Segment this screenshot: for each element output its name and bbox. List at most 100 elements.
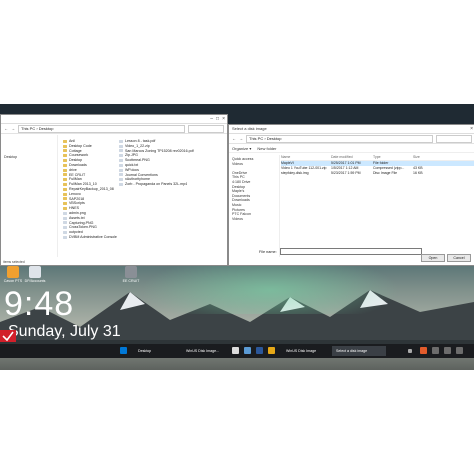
nav-item[interactable]: Videos <box>229 217 279 222</box>
tray-notification-icon[interactable] <box>456 347 463 354</box>
folder-icon <box>63 183 67 187</box>
file-name: stepfoley.disk.img <box>281 171 309 175</box>
nav-item[interactable] <box>1 229 57 234</box>
desktop-icon-cavon[interactable]: Cavon PTS <box>2 266 24 283</box>
dialog-controls: × <box>470 125 473 133</box>
explorer-nav-pane: Desktop <box>1 135 58 257</box>
file-size: 16 KB <box>413 171 423 175</box>
document-icon <box>29 266 41 278</box>
back-arrow-icon[interactable]: ← <box>4 126 8 131</box>
app-icon[interactable] <box>244 347 251 354</box>
explorer-address-bar[interactable]: This PC › Desktop <box>18 124 185 133</box>
folder-icon <box>63 149 67 153</box>
back-arrow-icon[interactable]: ← <box>232 136 236 141</box>
desktop-icon-ee-cruit[interactable]: EE CRUIT <box>120 266 142 283</box>
dialog-toolbar: Organize ▾ New folder <box>229 144 474 153</box>
dialog-address-row: ← → This PC › Desktop <box>229 134 474 144</box>
dialog-titlebar[interactable]: Select a disk image × <box>229 125 474 134</box>
minimize-icon[interactable]: – <box>210 115 213 123</box>
file-column-1: Anil Desktop Code Cottage Coursework Desktop… <box>63 139 117 240</box>
file-icon <box>63 216 67 220</box>
new-folder-button[interactable]: New folder <box>257 146 276 151</box>
file-icon <box>119 159 123 163</box>
folder-icon <box>63 197 67 201</box>
close-icon[interactable]: × <box>470 125 473 133</box>
edge-icon[interactable] <box>120 347 127 354</box>
dialog-title: Select a disk image <box>232 126 267 131</box>
folder-icon <box>63 202 67 206</box>
file-icon <box>63 226 67 230</box>
tray-volume-icon[interactable] <box>444 347 451 354</box>
file-name: Zorb - Propaganda on Panels 32L.mp4 <box>125 182 188 187</box>
file-icon <box>63 231 67 235</box>
desktop-icon-label: DP/Accounts <box>24 279 46 283</box>
explorer-address-row: ← → This PC › Desktop <box>1 124 227 134</box>
dialog-nav-pane: Quick access Videos OneDrive This PC 4:180 D… <box>229 155 280 257</box>
forward-arrow-icon[interactable]: → <box>11 126 15 131</box>
taskbar-item-desktop[interactable]: Desktop <box>130 346 186 356</box>
file-icon <box>119 178 123 182</box>
file-item[interactable]: Zorb - Propaganda on Panels 32L.mp4 <box>119 182 194 187</box>
organize-button[interactable]: Organize ▾ <box>232 146 251 151</box>
select-disk-image-dialog[interactable]: Select a disk image × ← → This PC › Desk… <box>228 124 474 266</box>
file-icon <box>119 139 123 143</box>
dialog-file-list: MapleVI 5/25/2017 1:01 PM File folder Video… <box>281 161 474 176</box>
file-icon <box>119 154 123 158</box>
file-icon <box>119 149 123 153</box>
folder-icon <box>63 178 67 182</box>
tray-chevron-icon[interactable] <box>408 349 412 353</box>
forward-arrow-icon[interactable]: → <box>239 136 243 141</box>
filename-row: File name: <box>259 248 422 255</box>
folder-icon[interactable] <box>268 347 275 354</box>
maximize-icon[interactable]: □ <box>216 115 219 123</box>
folder-icon <box>63 159 67 163</box>
tray-network-icon[interactable] <box>432 347 439 354</box>
tray-app-icon[interactable] <box>420 347 427 354</box>
header-type[interactable]: Type <box>373 155 413 160</box>
dialog-search-input[interactable] <box>436 134 472 143</box>
file-type: Disc Image File <box>373 171 398 175</box>
dialog-address-bar[interactable]: This PC › Desktop <box>246 134 433 143</box>
open-button[interactable]: Open <box>421 254 445 262</box>
file-icon <box>63 211 67 215</box>
window-controls: – □ × <box>210 115 225 123</box>
taskbar-spacer <box>106 346 108 356</box>
file-icon <box>119 173 123 177</box>
desktop-icon-accounts[interactable]: DP/Accounts <box>24 266 46 283</box>
filename-input[interactable] <box>279 248 422 255</box>
header-size[interactable]: Size <box>413 155 433 160</box>
taskbar-item-select-disk[interactable]: Select a disk image <box>332 346 386 356</box>
lockscreen-date: Sunday, July 31 <box>8 323 121 340</box>
file-column-2: Lesson 8 - task.pdf Video_1_22.zip San Mar… <box>119 139 194 187</box>
calculator-icon[interactable] <box>232 347 239 354</box>
close-icon[interactable]: × <box>222 115 225 123</box>
file-row[interactable]: stepfoley.disk.img 5/23/2017 1:59 PM Disc … <box>281 171 474 176</box>
word-icon[interactable] <box>256 347 263 354</box>
explorer-titlebar[interactable]: – □ × <box>1 115 227 124</box>
taskbar-item-winus-1[interactable]: WinUS Disk Image... <box>182 346 232 356</box>
taskbar-item-winus-2[interactable]: WinUS Disk Image <box>282 346 332 356</box>
desktop-screen: – □ × ← → This PC › Desktop Desktop Anil… <box>0 104 474 370</box>
cancel-button[interactable]: Cancel <box>447 254 471 262</box>
folder-icon <box>63 173 67 177</box>
file-icon <box>119 183 123 187</box>
file-icon <box>119 144 123 148</box>
header-date[interactable]: Date modified <box>331 155 373 160</box>
folder-icon <box>63 168 67 172</box>
folder-icon <box>63 187 67 191</box>
app-icon <box>7 266 19 278</box>
file-item[interactable]: DVBM Administrative Console <box>63 235 117 240</box>
desktop-icon-label: EE CRUIT <box>122 279 140 283</box>
explorer-search-input[interactable] <box>188 124 224 133</box>
desktop-icon-label: Cavon PTS <box>3 279 23 283</box>
folder-icon <box>63 139 67 143</box>
header-name[interactable]: Name <box>281 155 331 160</box>
checkmark-icon <box>0 330 16 342</box>
explorer-status-bar: items selected <box>3 260 25 264</box>
file-icon <box>119 163 123 167</box>
folder-icon <box>63 154 67 158</box>
folder-icon <box>63 207 67 211</box>
file-explorer-window[interactable]: – □ × ← → This PC › Desktop Desktop Anil… <box>0 114 228 266</box>
file-icon <box>63 221 67 225</box>
file-name: DVBM Administrative Console <box>69 234 117 239</box>
